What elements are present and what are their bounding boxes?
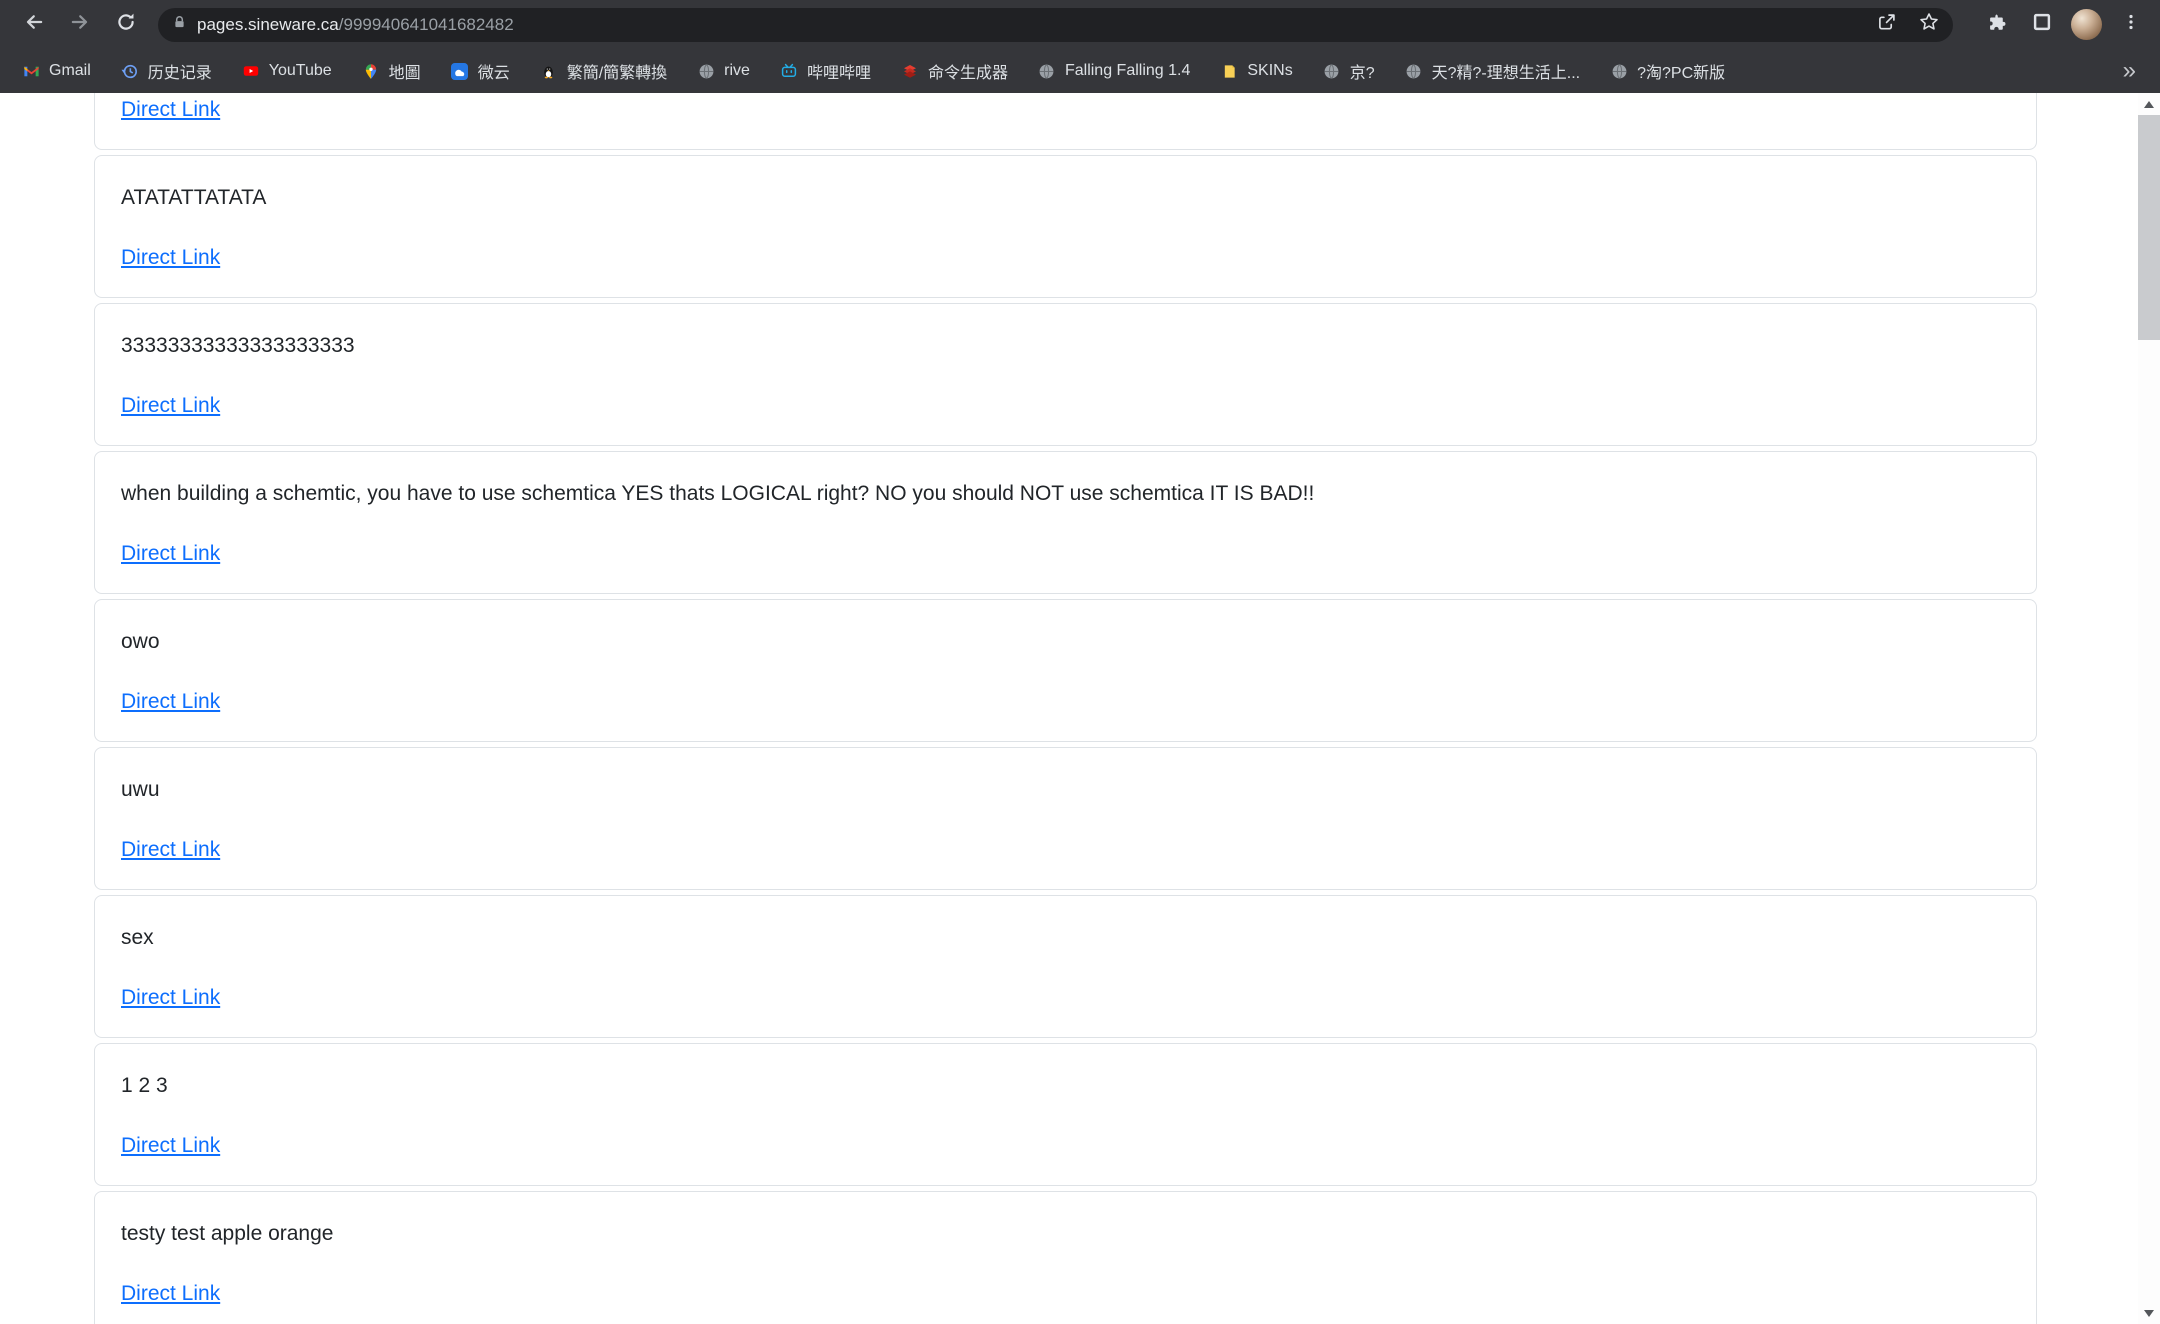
maps-icon [362,62,380,80]
message-text: 1 2 3 [121,1074,2010,1097]
back-icon [23,11,45,38]
direct-link[interactable]: Direct Link [121,246,220,270]
bookmark-item[interactable]: 历史记录 [121,59,212,83]
message-text: sex [121,926,2010,949]
message-text: when building a schemtic, you have to us… [121,482,2010,505]
message-text: uwu [121,778,2010,801]
penguin-icon [540,62,558,80]
message-text: testy test apple orange [121,1222,2010,1245]
scroll-up-icon [2144,101,2154,108]
scroll-up-button[interactable] [2138,93,2160,115]
bookmark-item[interactable]: 微云 [451,59,510,83]
direct-link[interactable]: Direct Link [121,986,220,1010]
bookmark-item[interactable]: rive [697,62,750,80]
direct-link[interactable]: Direct Link [121,1282,220,1306]
bookmark-item[interactable]: 天?精?-理想生活上... [1405,59,1580,83]
bookmark-item[interactable]: ?淘?PC新版 [1610,59,1725,83]
browser-menu-button[interactable] [2116,10,2146,40]
bookmarks-bar: Gmail 历史记录 YouTube 地圖 微云 繁簡/簡繁轉換 rive 哔哩… [0,49,2160,93]
side-panel-button[interactable] [2027,10,2057,40]
back-button[interactable] [20,11,48,39]
message-card: 33333333333333333333 Direct Link [94,303,2037,446]
direct-link[interactable]: Direct Link [121,690,220,714]
direct-link[interactable]: Direct Link [121,394,220,418]
lock-icon[interactable] [172,14,187,35]
yellow-doc-icon [1220,62,1238,80]
message-text: 33333333333333333333 [121,334,2010,357]
message-card: sex Direct Link [94,895,2037,1038]
message-card: when building a schemtic, you have to us… [94,451,2037,594]
globe-icon [1323,62,1341,80]
bookmark-item[interactable]: Gmail [22,62,91,80]
bookmark-item[interactable]: YouTube [242,62,332,80]
message-card-list: Direct Link ATATATTATATA Direct Link 333… [94,93,2037,1324]
youtube-icon [242,62,260,80]
globe-icon [1038,62,1056,80]
bookmark-item[interactable]: 命令生成器 [901,59,1008,83]
address-bar[interactable]: pages.sineware.ca/999940641041682482 [158,8,1953,42]
puzzle-icon [1988,12,2008,37]
red-stack-icon [901,62,919,80]
reload-button[interactable] [112,11,140,39]
bookmark-item[interactable]: 繁簡/簡繁轉換 [540,59,667,83]
gmail-icon [22,62,40,80]
direct-link[interactable]: Direct Link [121,1134,220,1158]
profile-avatar[interactable] [2071,9,2102,40]
bookmark-item[interactable]: 京? [1323,59,1375,83]
message-card: 1 2 3 Direct Link [94,1043,2037,1186]
scrollbar-thumb[interactable] [2138,115,2160,340]
url-host: pages.sineware.ca [197,15,339,35]
message-card: testy test apple orange Direct Link [94,1191,2037,1324]
bookmark-item[interactable]: 地圖 [362,59,421,83]
direct-link[interactable]: Direct Link [121,542,220,566]
side-panel-icon [2032,12,2052,37]
reload-icon [115,11,137,38]
history-icon [121,62,139,80]
browser-toolbar: pages.sineware.ca/999940641041682482 [0,0,2160,49]
globe-icon [697,62,715,80]
bookmark-item[interactable]: 哔哩哔哩 [780,59,871,83]
message-card: Direct Link [94,93,2037,150]
extensions-button[interactable] [1983,10,2013,40]
bookmark-star-button[interactable] [1919,12,1939,37]
forward-icon [69,11,91,38]
bookmarks-overflow-chevron[interactable]: » [2123,59,2136,83]
direct-link[interactable]: Direct Link [121,98,220,122]
scroll-down-button[interactable] [2138,1302,2160,1324]
globe-icon [1610,62,1628,80]
page-content: Direct Link ATATATTATATA Direct Link 333… [0,93,2160,1324]
bilibili-icon [780,62,798,80]
bookmark-item[interactable]: Falling Falling 1.4 [1038,62,1190,80]
bookmark-item[interactable]: SKINs [1220,62,1292,80]
url-path: /999940641041682482 [339,15,514,35]
message-card: uwu Direct Link [94,747,2037,890]
scrollbar[interactable] [2138,93,2160,1324]
kebab-menu-icon [2122,13,2140,36]
message-card: owo Direct Link [94,599,2037,742]
forward-button[interactable] [66,11,94,39]
message-text: ATATATTATATA [121,186,2010,209]
globe-icon [1405,62,1423,80]
message-text: owo [121,630,2010,653]
scroll-down-icon [2144,1310,2154,1317]
share-button[interactable] [1877,12,1897,37]
direct-link[interactable]: Direct Link [121,838,220,862]
message-card: ATATATTATATA Direct Link [94,155,2037,298]
weiyun-icon [451,62,469,80]
